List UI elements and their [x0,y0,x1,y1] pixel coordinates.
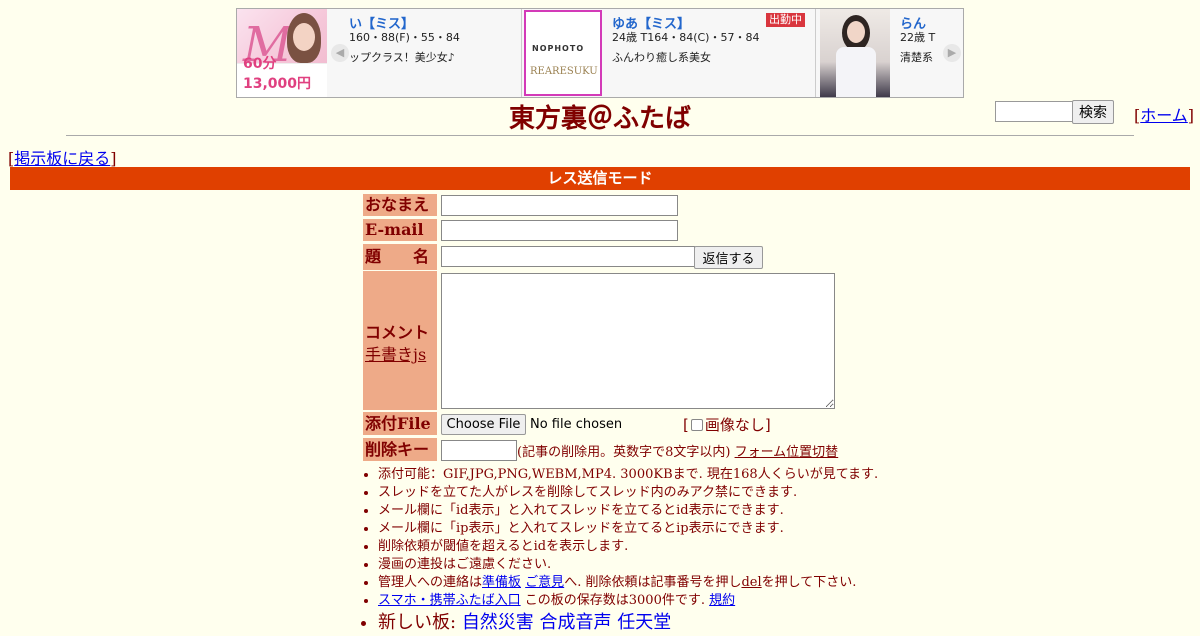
submit-reply-button[interactable]: 返信する [694,246,763,269]
ad-card-1[interactable]: い【ミス】 160・88(F)・55・84 ップクラス！美少女♪ [349,9,517,97]
ad-card-1-desc: ップクラス！美少女♪ [349,51,455,64]
list-item: スマホ・携帯ふたば入口 この板の保存数は3000件です. 規約 [378,592,878,610]
title-divider [66,135,1134,136]
ad-card-1-spec: 160・88(F)・55・84 [349,31,460,44]
delete-key-note-wrapper: (記事の削除用。英数字で8文字以内) フォーム位置切替 [517,441,838,460]
list-item: 漫画の連投はご遠慮ください. [378,556,878,574]
ad-card-2[interactable]: NOPHOTO REARESUKU ゆあ【ミス】 出勤中 24歳 T164・84… [521,9,811,97]
comment-label: コメント [365,323,430,342]
back-to-board-link[interactable]: 掲示板に戻る [14,149,110,168]
no-image-label: 画像なし [704,416,765,434]
note-text: メール欄に「ip表示」と入れてスレッドを立てるとip表示にできます. [378,521,784,536]
list-item: 管理人への連絡は準備板 ご意見へ. 削除依頼は記事番号を押しdelを押して下さい… [378,574,878,592]
list-item: メール欄に「id表示」と入れてスレッドを立てるとid表示にできます. [378,502,878,520]
no-image-option: [画像なし] [683,416,771,434]
terms-link[interactable]: 規約 [709,593,735,608]
note-text: 漫画の連投はご遠慮ください. [378,557,552,572]
ad-next-arrow-icon[interactable]: ▶ [943,44,961,62]
ad-card-2-spec: 24歳 T164・84(C)・57・84 [612,31,760,44]
list-item: メール欄に「ip表示」と入れてスレッドを立てるとip表示にできます. [378,520,878,538]
subject-label: 題 名 [363,244,437,270]
ad-card-2-desc: ふんわり癒し系美女 [612,51,711,64]
note-text: この板の保存数は3000件です. [524,593,705,608]
note-text: を押して下さい. [761,575,857,590]
back-link-wrapper: [掲示板に戻る] [8,149,117,168]
ad-card-2-thumb[interactable]: NOPHOTO REARESUKU [524,10,602,96]
ad-card-3-desc: 清楚系 [900,51,933,64]
name-field[interactable] [441,195,678,216]
list-item: 添付可能：GIF,JPG,PNG,WEBM,MP4. 3000KBまで. 現在1… [378,466,878,484]
note-text: 添付可能：GIF,JPG,PNG,WEBM,MP4. 3000KBまで. 現在1… [378,467,879,482]
no-image-checkbox[interactable] [690,419,703,431]
ad-card-2-status-badge: 出勤中 [766,13,805,27]
email-field[interactable] [441,220,678,241]
name-label: おなまえ [363,194,437,216]
home-link[interactable]: ホーム [1140,106,1188,125]
delete-key-note: (記事の削除用。英数字で8文字以内) [517,445,731,460]
search-input[interactable] [995,101,1073,122]
note-text: へ. 削除依頼は記事番号を押し [564,575,742,590]
ad-left-image[interactable]: M 60分13,000円 [237,9,327,97]
ad-card-3-spec: 22歳 T [900,31,936,44]
email-label: E-mail [363,219,437,241]
notes-list: 添付可能：GIF,JPG,PNG,WEBM,MP4. 3000KBまで. 現在1… [362,466,878,636]
subject-field[interactable] [441,246,695,267]
ad-card-3-photo-face [847,21,865,43]
choose-file-button[interactable]: Choose File [441,414,526,435]
no-file-text: No file chosen [530,417,623,432]
mobile-entrance-link[interactable]: スマホ・携帯ふたば入口 [378,593,521,608]
file-label: 添付File [363,412,437,435]
home-link-wrapper: [ホーム] [1134,106,1195,125]
ad-card-3[interactable]: らん 22歳 T 清楚系 [815,9,943,97]
delete-key-label: 削除キー [363,438,437,461]
list-item: スレッドを立てた人がレスを削除してスレッド内のみアク禁にできます. [378,484,878,502]
list-item: 新しい板: 自然災害 合成音声 任天堂 [378,610,878,636]
feedback-link[interactable]: ご意見 [525,575,564,590]
comment-label-cell: コメント 手書きjs [363,271,437,410]
note-text: 削除依頼が閾値を超えるとidを表示します. [378,539,629,554]
form-position-toggle-link[interactable]: フォーム位置切替 [735,445,839,460]
ad-banner[interactable]: M 60分13,000円 ◀ い【ミス】 160・88(F)・55・84 ップク… [236,8,964,98]
del-link[interactable]: del [741,575,761,590]
comment-textarea[interactable] [441,273,835,409]
search-button[interactable]: 検索 [1072,100,1114,124]
prep-board-link[interactable]: 準備板 [482,575,521,590]
reply-mode-bar: レス送信モード [10,167,1190,190]
ad-card-2-logo-1: NOPHOTO [532,44,585,53]
delete-key-field[interactable] [441,440,517,461]
ad-prev-arrow-icon[interactable]: ◀ [331,44,349,62]
ad-photo-face [293,23,315,51]
ad-card-3-thumb[interactable] [820,9,890,97]
ad-card-2-logo-2: REARESUKU [530,66,598,77]
ad-price: 60分13,000円 [243,56,312,92]
note-text: 管理人への連絡は [378,575,483,590]
list-item: 削除依頼が閾値を超えるとidを表示します. [378,538,878,556]
handwrite-link[interactable]: 手書きjs [365,341,426,365]
note-text: スレッドを立てた人がレスを削除してスレッド内のみアク禁にできます. [378,485,798,500]
note-text: メール欄に「id表示」と入れてスレッドを立てるとid表示にできます. [378,503,784,518]
ad-card-3-photo-body [836,47,876,97]
